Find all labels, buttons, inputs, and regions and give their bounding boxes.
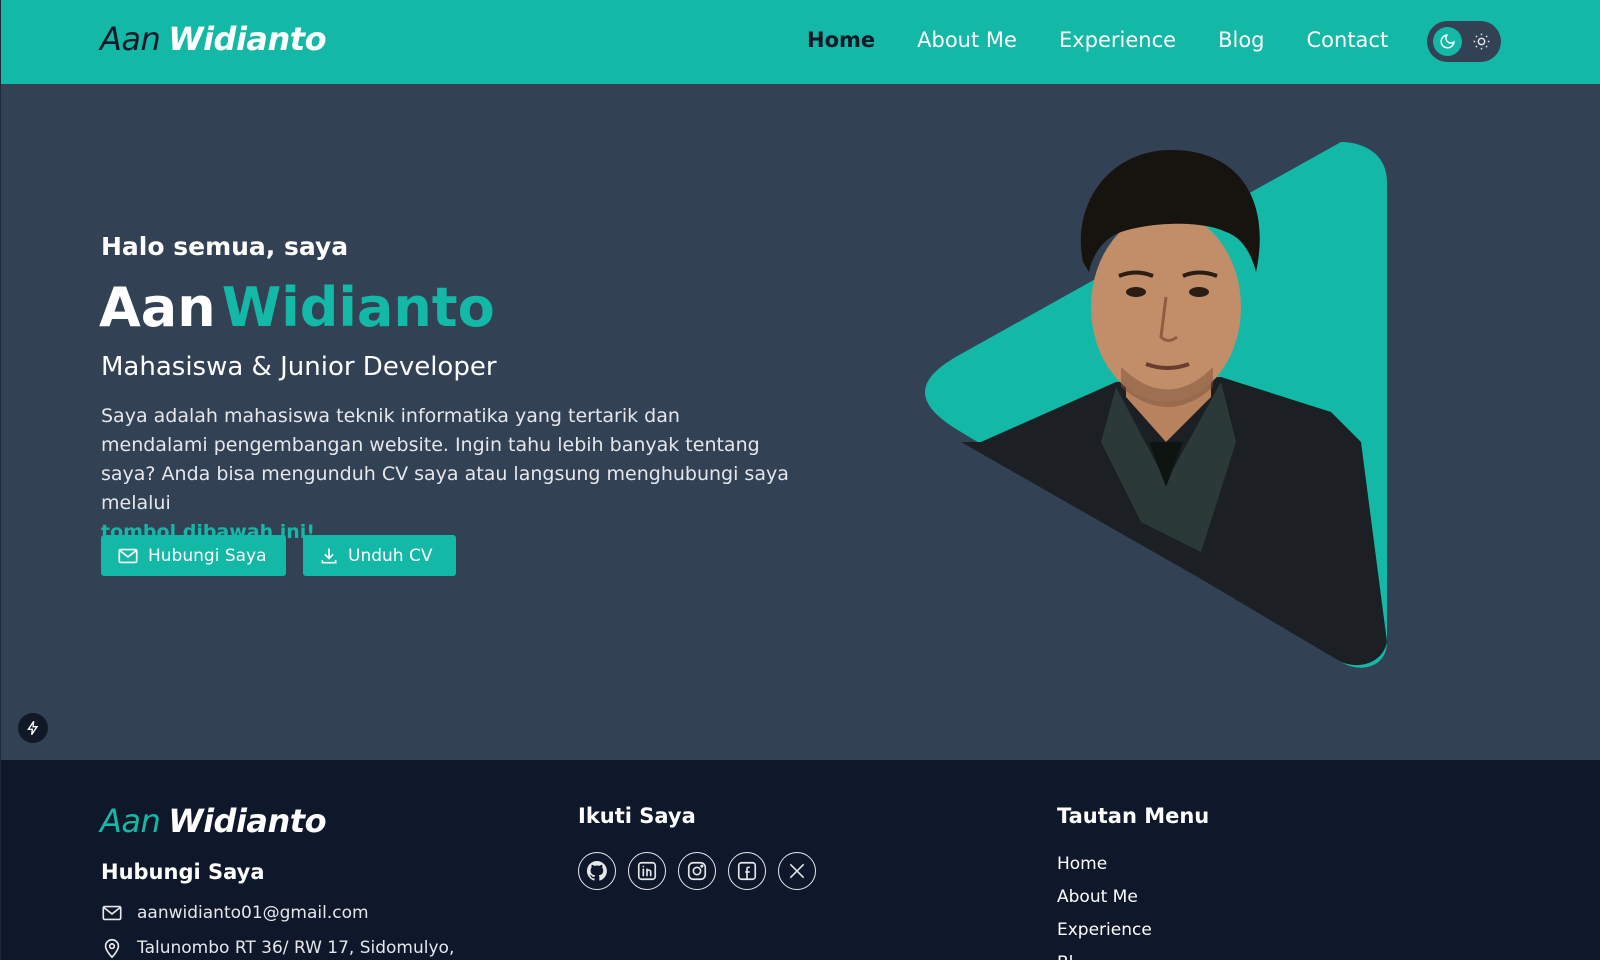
profile-photo: [921, 142, 1401, 672]
footer-address-row: Talunombo RT 36/ RW 17, Sidomulyo,: [101, 937, 454, 959]
footer-social-heading: Ikuti Saya: [578, 804, 696, 828]
download-icon: [321, 548, 337, 563]
moon-icon: [1433, 27, 1462, 56]
contact-me-label: Hubungi Saya: [148, 545, 267, 566]
footer-logo-last: Widianto: [168, 802, 327, 840]
hero-description: Saya adalah mahasiswa teknik informatika…: [101, 402, 791, 547]
nav-about-me[interactable]: About Me: [917, 28, 1017, 52]
footer-links-heading: Tautan Menu: [1057, 804, 1210, 828]
main-nav: Home About Me Experience Blog Contact: [807, 28, 1430, 52]
download-cv-button[interactable]: Unduh CV: [303, 535, 456, 576]
nav-blog[interactable]: Blog: [1218, 28, 1264, 52]
footer-link-experience[interactable]: Experience: [1057, 918, 1152, 951]
footer-link-home[interactable]: Home: [1057, 852, 1152, 885]
logo-last-name: Widianto: [168, 20, 327, 58]
hero-role: Mahasiswa & Junior Developer: [101, 352, 497, 382]
footer-address: Talunombo RT 36/ RW 17, Sidomulyo,: [137, 938, 455, 958]
logo-first-name: Aan: [100, 20, 161, 58]
linkedin-icon[interactable]: [628, 852, 666, 890]
nav-home[interactable]: Home: [807, 28, 875, 52]
contact-me-button[interactable]: Hubungi Saya: [101, 535, 286, 576]
nav-contact[interactable]: Contact: [1307, 28, 1389, 52]
download-cv-label: Unduh CV: [348, 545, 433, 566]
github-icon[interactable]: [578, 852, 616, 890]
site-logo[interactable]: Aan Widianto: [100, 20, 327, 58]
hero-name-first: Aan: [99, 276, 216, 339]
footer-logo-first: Aan: [100, 802, 161, 840]
footer-link-about-me[interactable]: About Me: [1057, 885, 1152, 918]
hero-name-last: Widianto: [221, 276, 495, 339]
site-header: Aan Widianto Home About Me Experience Blo…: [0, 0, 1600, 84]
x-icon[interactable]: [778, 852, 816, 890]
sun-icon: [1470, 30, 1493, 53]
hero-description-text: Saya adalah mahasiswa teknik informatika…: [101, 405, 789, 514]
footer-email[interactable]: aanwidianto01@gmail.com: [137, 903, 369, 923]
map-pin-icon: [104, 938, 120, 959]
footer-link-blog[interactable]: Bl: [1057, 951, 1152, 960]
mail-icon: [118, 548, 138, 563]
instagram-icon[interactable]: [678, 852, 716, 890]
facebook-icon[interactable]: [728, 852, 766, 890]
footer-contact-heading: Hubungi Saya: [101, 860, 265, 884]
footer-links: Home About Me Experience Bl: [1057, 852, 1152, 960]
nav-experience[interactable]: Experience: [1059, 28, 1176, 52]
social-links: [578, 852, 816, 890]
theme-toggle[interactable]: [1427, 21, 1501, 62]
hero-section: Halo semua, saya Aan Widianto Mahasiswa &…: [0, 84, 1600, 760]
footer-logo[interactable]: Aan Widianto: [100, 802, 327, 840]
hero-name: Aan Widianto: [99, 276, 495, 339]
hero-greeting: Halo semua, saya: [101, 232, 349, 261]
site-footer: Aan Widianto Hubungi Saya aanwidianto01@g…: [0, 760, 1600, 960]
footer-email-row: aanwidianto01@gmail.com: [101, 902, 369, 924]
mail-icon: [102, 905, 122, 921]
bolt-icon[interactable]: [18, 713, 48, 743]
